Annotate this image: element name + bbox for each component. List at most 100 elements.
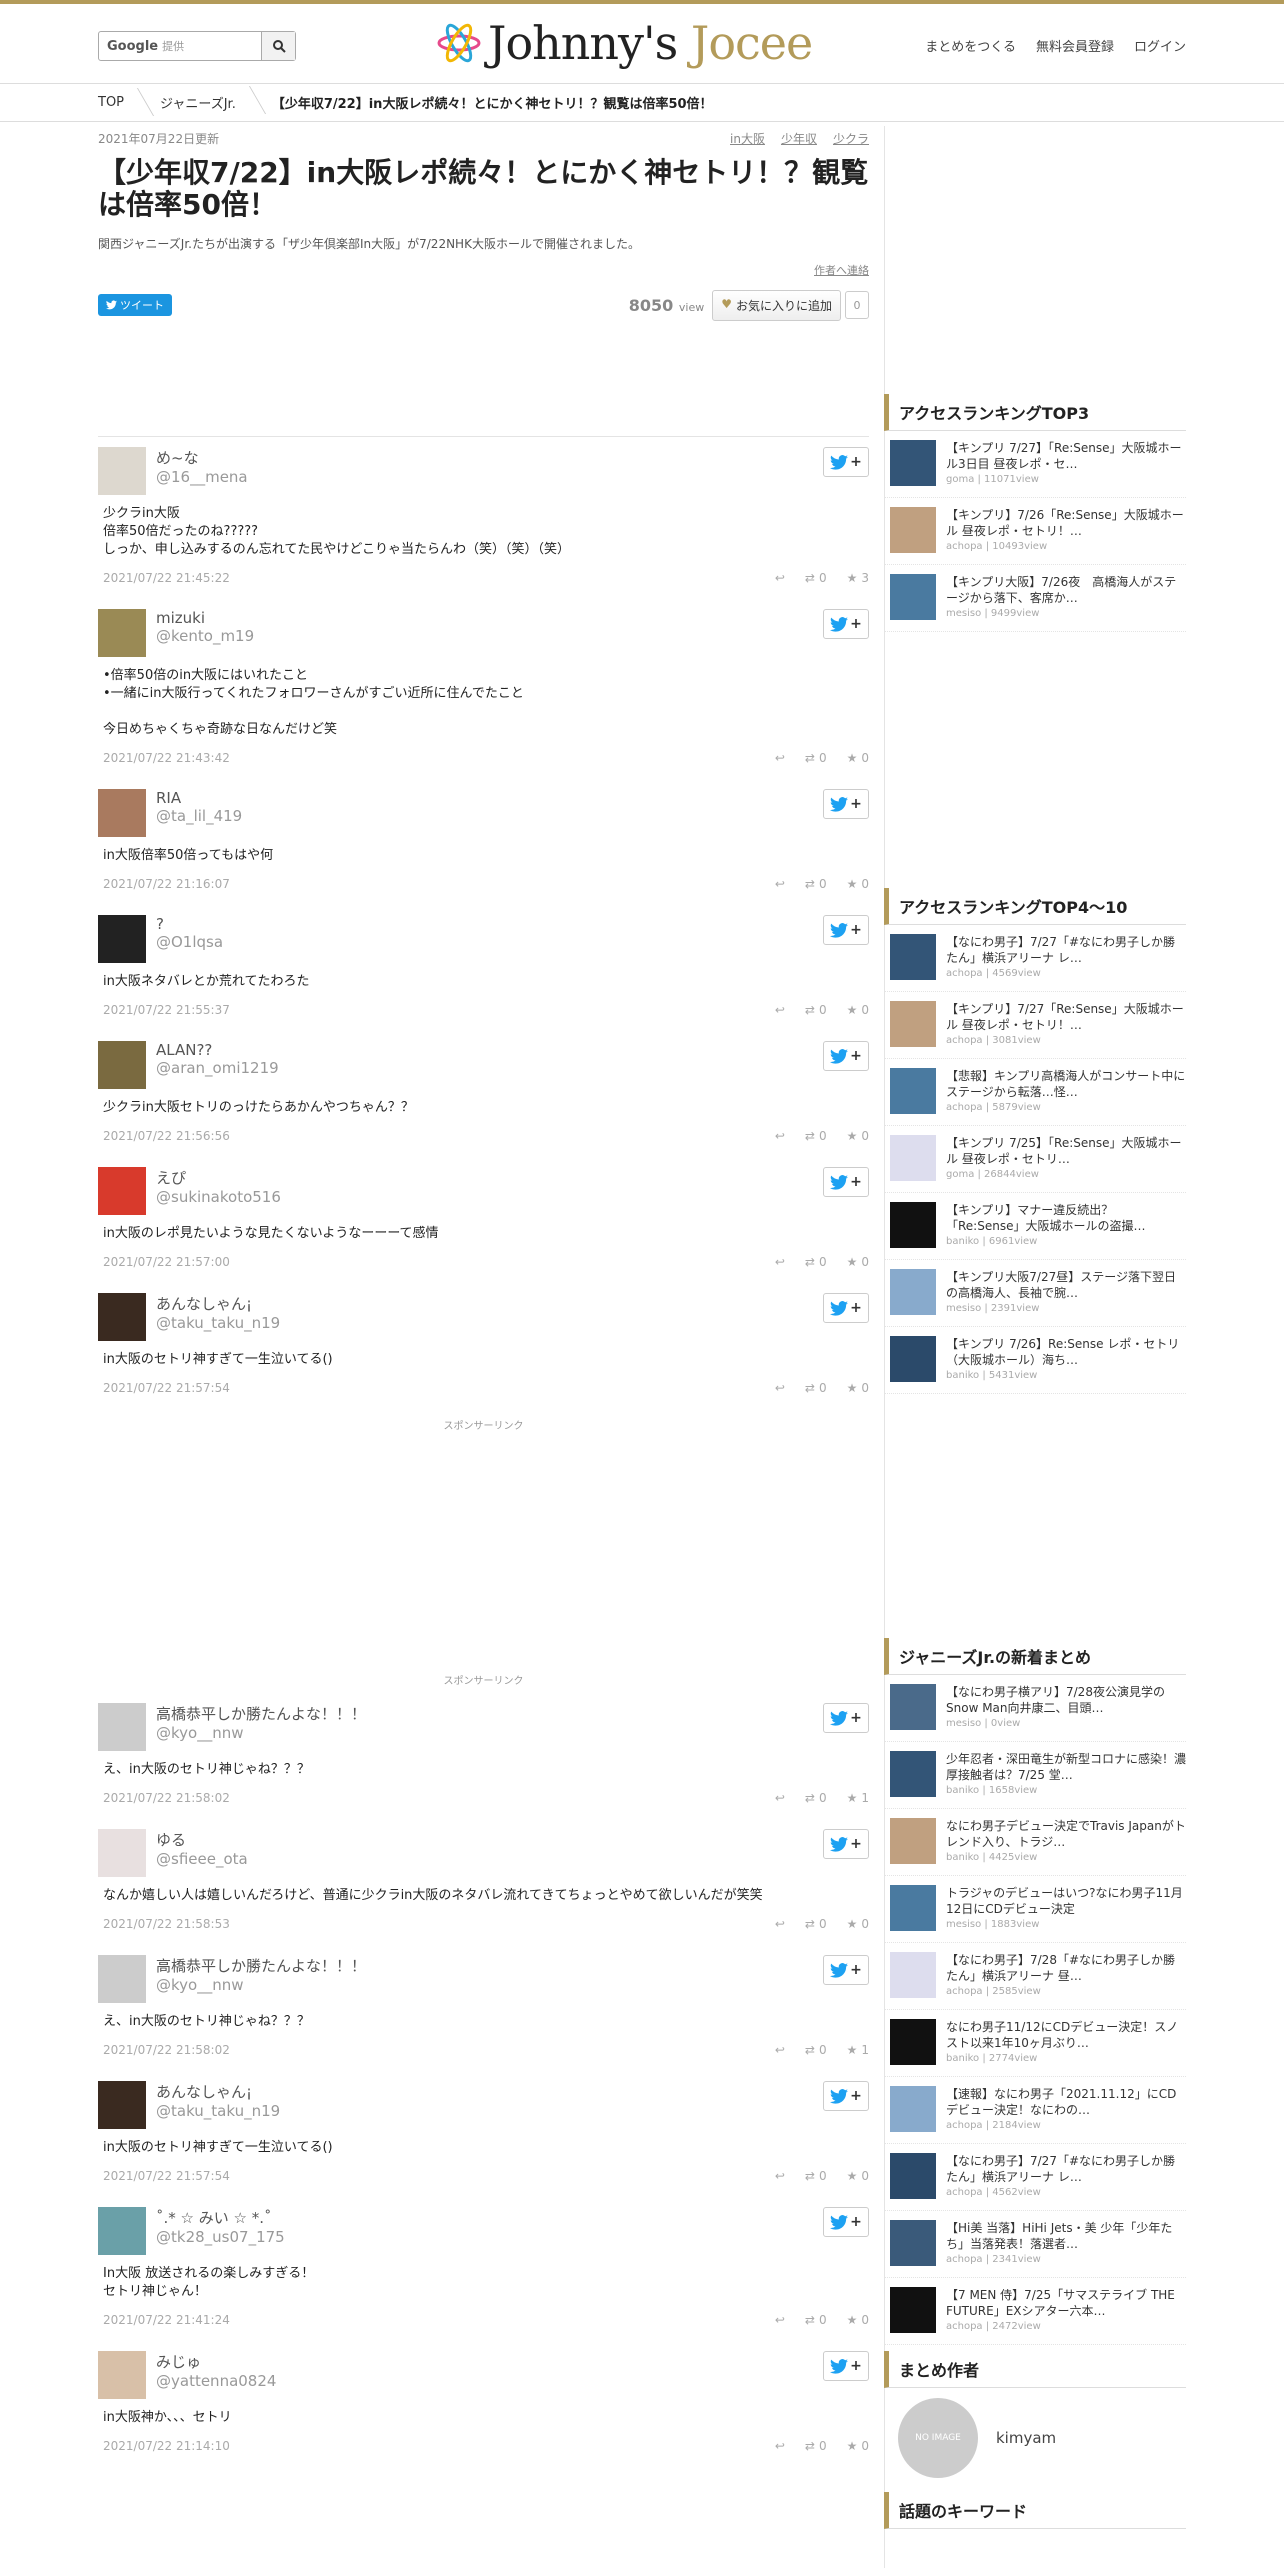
thumbnail[interactable] — [890, 1135, 936, 1181]
retweet-button[interactable]: ⇄ 0 — [805, 877, 827, 891]
nav-register[interactable]: 無料会員登録 — [1036, 36, 1114, 55]
thumbnail[interactable] — [890, 1684, 936, 1730]
retweet-button[interactable]: ⇄ 0 — [805, 1255, 827, 1269]
avatar[interactable] — [98, 1955, 146, 2003]
ranking-item[interactable]: 【速報】なにわ男子「2021.11.12」にCDデビュー決定！なにわの… acho… — [884, 2077, 1186, 2144]
reply-button[interactable]: ↩ — [775, 2439, 785, 2453]
reply-button[interactable]: ↩ — [775, 1003, 785, 1017]
follow-button[interactable]: + — [823, 2207, 869, 2237]
retweet-button[interactable]: ⇄ 0 — [805, 2313, 827, 2327]
user-handle[interactable]: @sfieee_ota — [156, 1850, 869, 1868]
tag-link[interactable]: 少クラ — [833, 130, 869, 147]
thumbnail[interactable] — [890, 574, 936, 620]
user-name[interactable]: ALAN?? — [156, 1041, 869, 1059]
ranking-title[interactable]: 【なにわ男子】7/27「#なにわ男子しか勝たん」横浜アリーナ レ… — [946, 2153, 1186, 2185]
user-handle[interactable]: @O1lqsa — [156, 933, 869, 951]
favorite-button[interactable]: ★ 0 — [847, 1003, 869, 1017]
ranking-title[interactable]: なにわ男子デビュー決定でTravis Japanがトレンド入り、トラジ… — [946, 1818, 1186, 1850]
avatar[interactable] — [98, 1293, 146, 1341]
tweet-date[interactable]: 2021/07/22 21:57:00 — [103, 1255, 755, 1269]
ranking-title[interactable]: 【キンプリ 7/26】Re:Sense レポ・セトリ（大阪城ホール）海ち… — [946, 1336, 1186, 1368]
tweet-date[interactable]: 2021/07/22 21:58:02 — [103, 1791, 755, 1805]
thumbnail[interactable] — [890, 1885, 936, 1931]
avatar[interactable] — [98, 2351, 146, 2399]
follow-button[interactable]: + — [823, 609, 869, 639]
ranking-item[interactable]: 【なにわ男子】7/28「#なにわ男子しか勝たん」横浜アリーナ 昼… achopa … — [884, 1943, 1186, 2010]
user-name[interactable]: みじゅ — [156, 2351, 869, 2372]
tweet-date[interactable]: 2021/07/22 21:58:02 — [103, 2043, 755, 2057]
ranking-title[interactable]: 【なにわ男子横アリ】7/28夜公演見学のSnow Man向井康二、目頭… — [946, 1684, 1186, 1716]
favorite-button[interactable]: ★ 0 — [847, 1917, 869, 1931]
ranking-title[interactable]: 【速報】なにわ男子「2021.11.12」にCDデビュー決定！なにわの… — [946, 2086, 1186, 2118]
avatar[interactable] — [98, 1167, 146, 1215]
ranking-item[interactable]: 【キンプリ】7/27「Re:Sense」大阪城ホール 昼夜レポ・セトリ！… ach… — [884, 992, 1186, 1059]
thumbnail[interactable] — [890, 1336, 936, 1382]
avatar[interactable] — [98, 609, 146, 657]
ranking-item[interactable]: 【なにわ男子】7/27「#なにわ男子しか勝たん」横浜アリーナ レ… achopa … — [884, 2144, 1186, 2211]
ranking-title[interactable]: 【7 MEN 侍】7/25「サマステライブ THE FUTURE」EXシアター六… — [946, 2287, 1186, 2319]
user-handle[interactable]: @yattenna0824 — [156, 2372, 869, 2390]
user-handle[interactable]: @kento_m19 — [156, 627, 869, 645]
nav-create-matome[interactable]: まとめをつくる — [925, 36, 1016, 55]
ranking-item[interactable]: トラジャのデビューはいつ?なにわ男子11月12日にCDデビュー決定 mesiso … — [884, 1876, 1186, 1943]
author-card[interactable]: NO IMAGE kimyam — [884, 2388, 1186, 2478]
favorite-button[interactable]: ★ 0 — [847, 2169, 869, 2183]
user-name[interactable]: 高橋恭平しか勝たんよな！！！ — [156, 1703, 869, 1724]
avatar[interactable] — [98, 1829, 146, 1877]
reply-button[interactable]: ↩ — [775, 1791, 785, 1805]
user-handle[interactable]: @sukinakoto516 — [156, 1188, 869, 1206]
ranking-item[interactable]: 【キンプリ 7/25】「Re:Sense」大阪城ホール 昼夜レポ・セトリ… gom… — [884, 1126, 1186, 1193]
ranking-title[interactable]: 【悲報】キンプリ高橋海人がコンサート中にステージから転落…怪… — [946, 1068, 1186, 1100]
favorite-button[interactable]: ★ 0 — [847, 2313, 869, 2327]
thumbnail[interactable] — [890, 1818, 936, 1864]
thumbnail[interactable] — [890, 2220, 936, 2266]
reply-button[interactable]: ↩ — [775, 2313, 785, 2327]
follow-button[interactable]: + — [823, 2351, 869, 2381]
user-handle[interactable]: @kyo__nnw — [156, 1976, 869, 1994]
favorite-button[interactable]: ★ 1 — [847, 1791, 869, 1805]
avatar[interactable] — [98, 2081, 146, 2129]
tweet-date[interactable]: 2021/07/22 21:41:24 — [103, 2313, 755, 2327]
user-name[interactable]: あんなしゃん¡ — [156, 2081, 869, 2102]
ranking-item[interactable]: 【なにわ男子】7/27「#なにわ男子しか勝たん」横浜アリーナ レ… achopa … — [884, 925, 1186, 992]
user-handle[interactable]: @taku_taku_n19 — [156, 2102, 869, 2120]
thumbnail[interactable] — [890, 2153, 936, 2199]
ranking-item[interactable]: 【キンプリ大阪】7/26夜 高橋海人がステージから落下、客席か… mesiso |… — [884, 565, 1186, 632]
nav-login[interactable]: ログイン — [1134, 36, 1186, 55]
thumbnail[interactable] — [890, 2019, 936, 2065]
breadcrumb-category[interactable]: ジャニーズJr. — [160, 93, 258, 112]
favorite-button[interactable]: ★ 1 — [847, 2043, 869, 2057]
favorite-button[interactable]: ★ 0 — [847, 877, 869, 891]
ranking-title[interactable]: 【キンプリ】マナー違反続出？「Re:Sense」大阪城ホールの盗撮… — [946, 1202, 1186, 1234]
user-name[interactable]: ? — [156, 915, 869, 933]
ranking-title[interactable]: 【キンプリ】7/27「Re:Sense」大阪城ホール 昼夜レポ・セトリ！… — [946, 1001, 1186, 1033]
ranking-item[interactable]: 【キンプリ】7/26「Re:Sense」大阪城ホール 昼夜レポ・セトリ！… ach… — [884, 498, 1186, 565]
reply-button[interactable]: ↩ — [775, 1381, 785, 1395]
site-logo[interactable]: Johnny's Jocee — [434, 16, 813, 70]
thumbnail[interactable] — [890, 2287, 936, 2333]
retweet-button[interactable]: ⇄ 0 — [805, 1129, 827, 1143]
ranking-item[interactable]: 【Hi美 当落】HiHi Jets・美 少年「少年たち」当落発表！落選者… ach… — [884, 2211, 1186, 2278]
ranking-title[interactable]: 【キンプリ大阪】7/26夜 高橋海人がステージから落下、客席か… — [946, 574, 1186, 606]
ranking-title[interactable]: なにわ男子11/12にCDデビュー決定！スノスト以来1年10ヶ月ぶり… — [946, 2019, 1186, 2051]
avatar[interactable] — [98, 1703, 146, 1751]
ranking-title[interactable]: 【キンプリ 7/25】「Re:Sense」大阪城ホール 昼夜レポ・セトリ… — [946, 1135, 1186, 1167]
avatar[interactable] — [98, 2207, 146, 2255]
ranking-item[interactable]: 【7 MEN 侍】7/25「サマステライブ THE FUTURE」EXシアター六… — [884, 2278, 1186, 2345]
tweet-date[interactable]: 2021/07/22 21:45:22 — [103, 571, 755, 585]
follow-button[interactable]: + — [823, 2081, 869, 2111]
follow-button[interactable]: + — [823, 1703, 869, 1733]
retweet-button[interactable]: ⇄ 0 — [805, 1791, 827, 1805]
follow-button[interactable]: + — [823, 1041, 869, 1071]
tag-link[interactable]: in大阪 — [730, 130, 765, 147]
ranking-item[interactable]: 【キンプリ 7/27】「Re:Sense」大阪城ホール3日目 昼夜レポ・セ… go… — [884, 431, 1186, 498]
follow-button[interactable]: + — [823, 447, 869, 477]
reply-button[interactable]: ↩ — [775, 1255, 785, 1269]
favorite-button[interactable]: ★ 3 — [847, 571, 869, 585]
ranking-item[interactable]: なにわ男子11/12にCDデビュー決定！スノスト以来1年10ヶ月ぶり… banik… — [884, 2010, 1186, 2077]
user-name[interactable]: ˚.* ☆ みい ☆ *.˚ — [156, 2207, 869, 2228]
ranking-item[interactable]: 【悲報】キンプリ高橋海人がコンサート中にステージから転落…怪… achopa | … — [884, 1059, 1186, 1126]
user-handle[interactable]: @tk28_us07_175 — [156, 2228, 869, 2246]
retweet-button[interactable]: ⇄ 0 — [805, 2169, 827, 2183]
user-name[interactable]: RIA — [156, 789, 869, 807]
